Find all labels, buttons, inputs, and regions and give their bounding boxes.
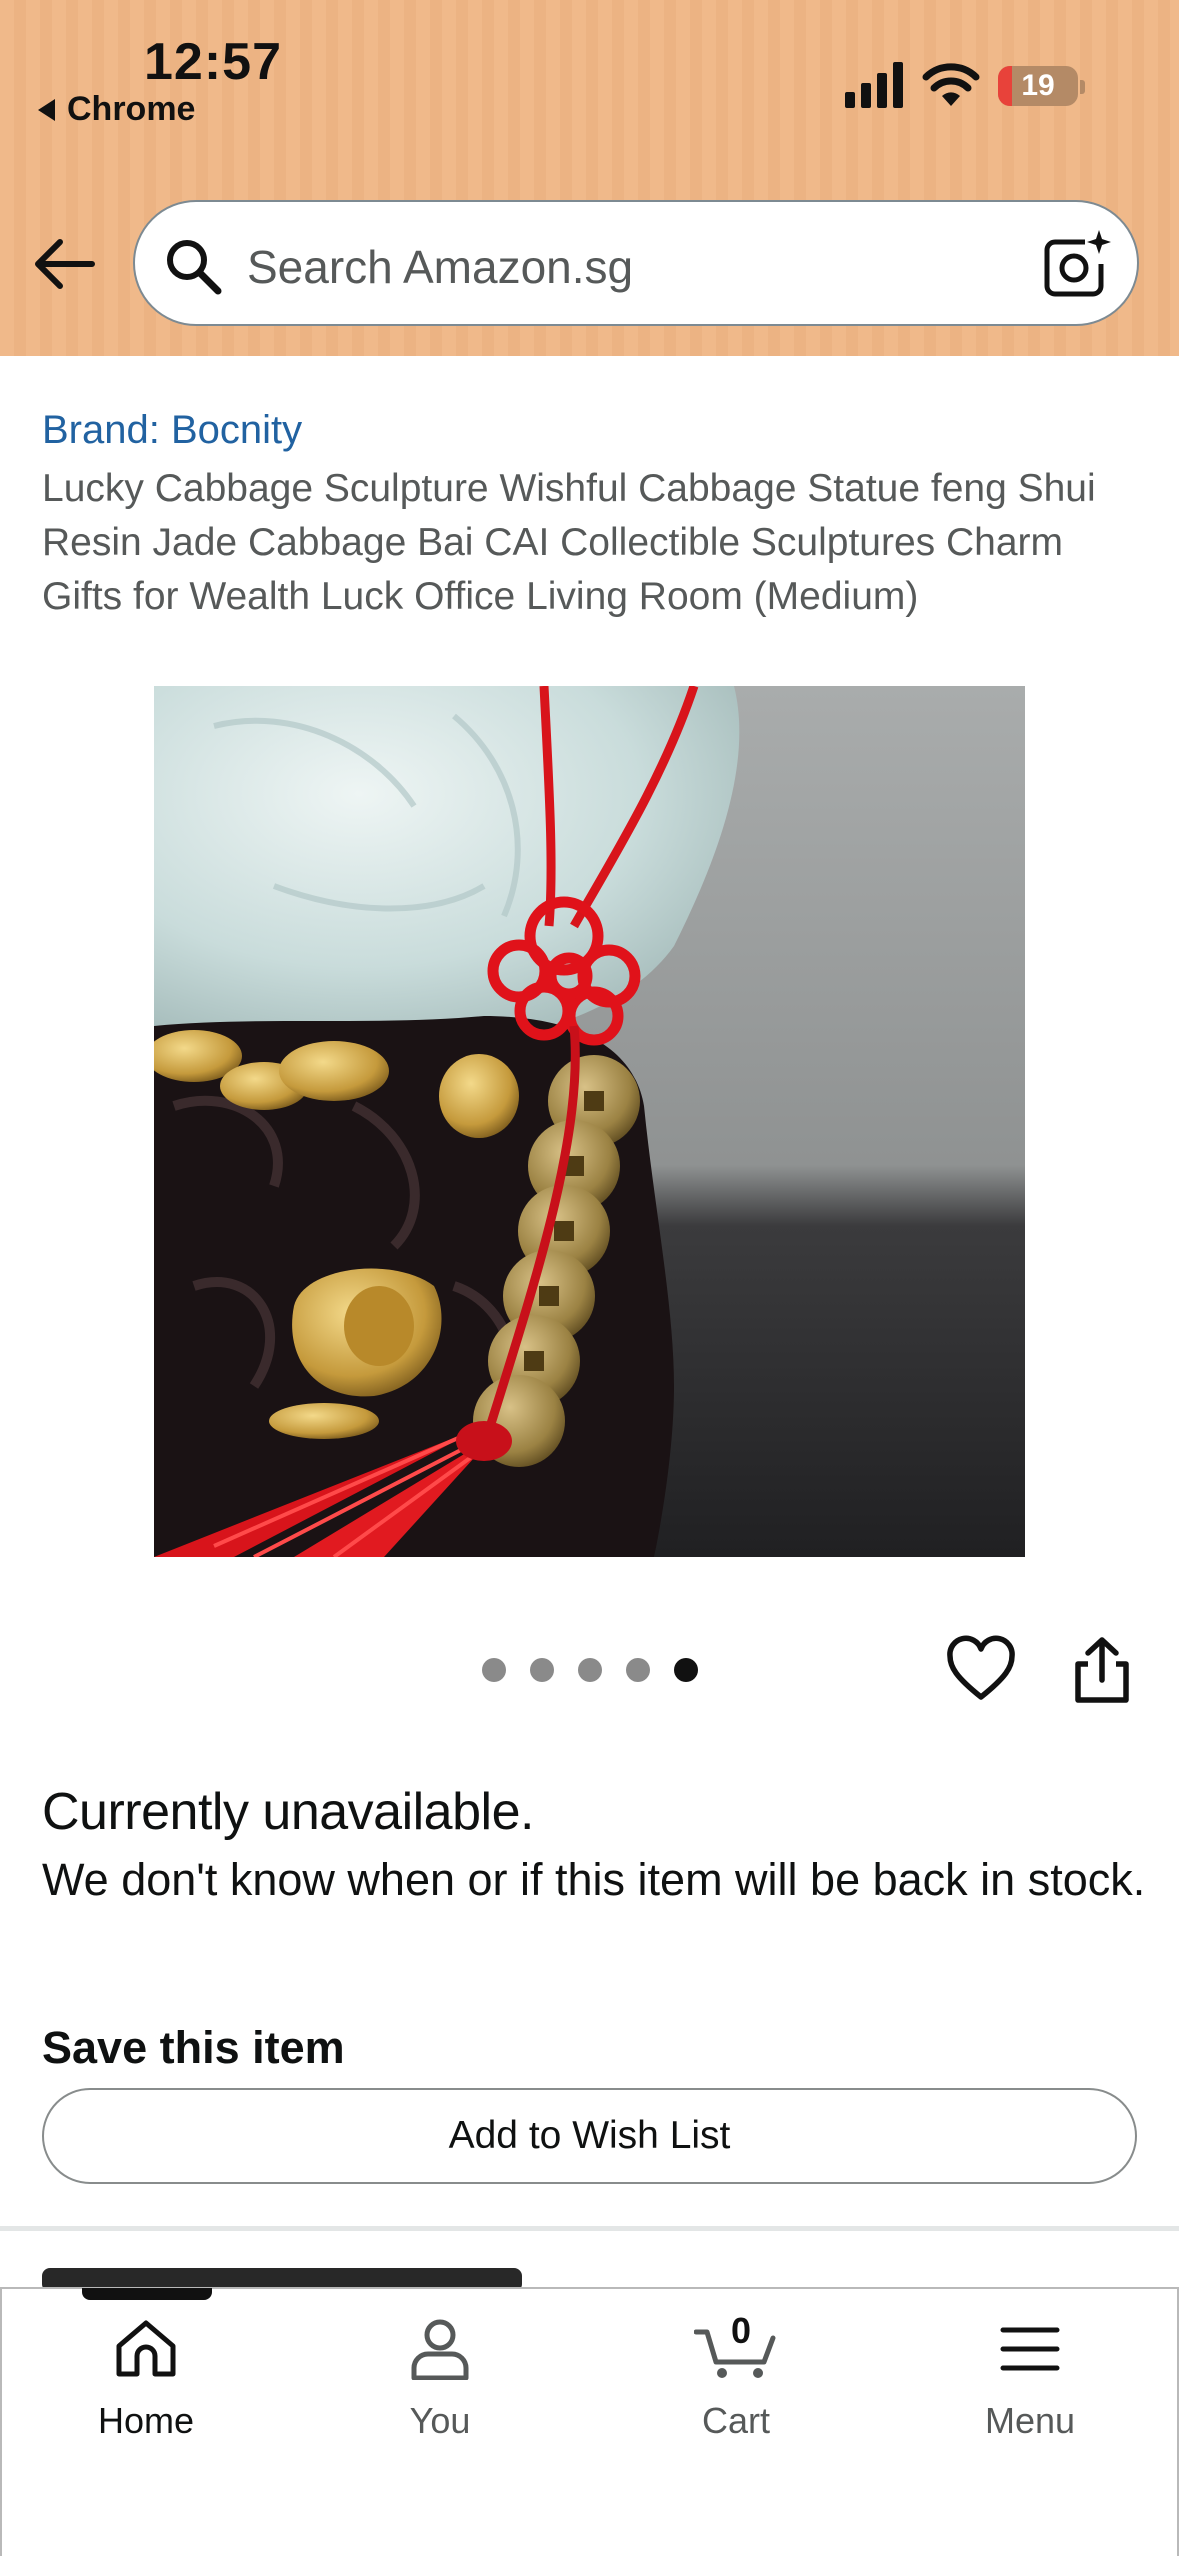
back-arrow-icon[interactable] bbox=[30, 234, 100, 294]
pager-dot-active[interactable] bbox=[674, 1658, 698, 1682]
product-title: Lucky Cabbage Sculpture Wishful Cabbage … bbox=[42, 467, 1096, 618]
pager-dot[interactable] bbox=[578, 1658, 602, 1682]
pager-dot[interactable] bbox=[626, 1658, 650, 1682]
back-app-label: Chrome bbox=[67, 90, 196, 128]
availability-heading: Currently unavailable. bbox=[42, 1783, 534, 1841]
search-bar[interactable]: Search Amazon.sg bbox=[133, 200, 1139, 326]
tab-label: Menu bbox=[984, 2400, 1076, 2441]
battery-level: 19 bbox=[1021, 69, 1055, 102]
active-tab-indicator bbox=[82, 2288, 212, 2300]
home-icon bbox=[116, 2320, 176, 2377]
status-time: 12:57 bbox=[144, 33, 282, 91]
tab-label: You bbox=[409, 2400, 471, 2441]
tab-home[interactable]: Home bbox=[46, 2318, 246, 2442]
wifi-icon bbox=[922, 63, 980, 106]
brand-link[interactable]: Brand: Bocnity bbox=[42, 408, 302, 453]
cart-icon: 0 bbox=[694, 2310, 778, 2380]
menu-icon bbox=[1000, 2327, 1060, 2371]
search-icon bbox=[167, 240, 222, 295]
product-image[interactable] bbox=[154, 686, 1025, 1557]
camera-search-icon[interactable] bbox=[1041, 228, 1113, 300]
search-input[interactable]: Search Amazon.sg bbox=[247, 240, 633, 294]
signal-icon bbox=[845, 62, 903, 108]
battery-indicator: 19 bbox=[998, 66, 1078, 106]
tab-label: Cart bbox=[701, 2400, 770, 2441]
pager-dot[interactable] bbox=[530, 1658, 554, 1682]
back-triangle-icon bbox=[38, 99, 55, 121]
battery-cap bbox=[1080, 80, 1085, 94]
tab-menu[interactable]: Menu bbox=[930, 2318, 1130, 2442]
heart-icon[interactable] bbox=[946, 1635, 1016, 1703]
user-icon bbox=[411, 2319, 469, 2380]
section-divider bbox=[0, 2226, 1179, 2231]
add-to-wish-list-button[interactable]: Add to Wish List bbox=[42, 2088, 1137, 2184]
pager-dot[interactable] bbox=[482, 1658, 506, 1682]
tab-label: Home bbox=[97, 2400, 195, 2441]
back-to-app-link[interactable]: Chrome bbox=[38, 90, 195, 129]
save-item-heading: Save this item bbox=[42, 2022, 345, 2073]
tab-you[interactable]: You bbox=[340, 2318, 540, 2442]
share-icon[interactable] bbox=[1070, 1636, 1134, 1704]
app-header: 12:57 Chrome 19 Search Amazon.sg bbox=[0, 0, 1179, 356]
availability-message: We don't know when or if this item will … bbox=[42, 1854, 1146, 1905]
cart-count: 0 bbox=[730, 2310, 752, 2351]
tab-cart[interactable]: 0 Cart bbox=[636, 2310, 836, 2442]
